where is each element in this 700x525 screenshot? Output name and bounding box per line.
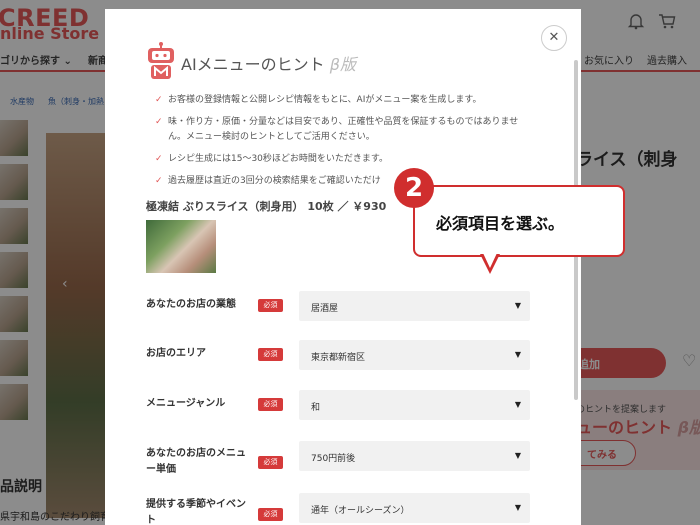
field-label: あなたのお店のメニュー単価 xyxy=(146,448,246,475)
required-badge: 必須 xyxy=(258,398,283,411)
select-value: 和 xyxy=(311,403,321,413)
step-number-badge: 2 xyxy=(394,168,434,208)
close-icon: ✕ xyxy=(548,30,560,45)
selected-product-name: 極凍結 ぶりスライス（刺身用） 10枚 ／ ￥930 xyxy=(146,200,387,213)
modal-title: AIメニューのヒント β版 xyxy=(181,51,356,75)
form-row-price: あなたのお店のメニュー単価 必須 750円前後 ▼ xyxy=(146,440,536,480)
selected-product-image xyxy=(146,220,216,273)
select-value: 東京都新宿区 xyxy=(311,353,366,363)
required-badge: 必須 xyxy=(258,508,283,521)
dropdown-triangle-icon: ▼ xyxy=(514,301,521,310)
note-item: お客様の登録情報と公開レシピ情報をもとに、AIがメニュー案を生成します。 xyxy=(155,93,525,108)
field-label: お店のエリア xyxy=(146,348,206,359)
dropdown-triangle-icon: ▼ xyxy=(514,350,521,359)
form-row-genre: メニュージャンル 必須 和 ▼ xyxy=(146,390,536,424)
field-label: メニュージャンル xyxy=(146,398,226,409)
note-item: レシピ生成には15〜30秒ほどお時間をいただきます。 xyxy=(155,152,525,167)
modal-title-beta: β版 xyxy=(329,55,356,74)
select-value: 750円前後 xyxy=(311,454,356,464)
required-badge: 必須 xyxy=(258,456,283,469)
robot-icon xyxy=(148,42,174,79)
callout-tail-inner xyxy=(483,253,497,268)
callout-text: 必須項目を選ぶ。 xyxy=(436,214,565,233)
note-item: 味・作り方・原価・分量などは目安であり、正確性や品質を保証するものではありません… xyxy=(155,115,525,145)
form-row-business-type: あなたのお店の業態 必須 居酒屋 ▼ xyxy=(146,291,536,325)
select-value: 通年（オールシーズン） xyxy=(311,506,410,516)
close-button[interactable]: ✕ xyxy=(541,25,567,51)
area-select[interactable]: 東京都新宿区 ▼ xyxy=(299,340,530,370)
required-badge: 必須 xyxy=(258,348,283,361)
dropdown-triangle-icon: ▼ xyxy=(514,451,521,460)
menu-genre-select[interactable]: 和 ▼ xyxy=(299,390,530,420)
notes-list: お客様の登録情報と公開レシピ情報をもとに、AIがメニュー案を生成します。 味・作… xyxy=(155,93,525,196)
field-label: あなたのお店の業態 xyxy=(146,299,236,310)
required-badge: 必須 xyxy=(258,299,283,312)
business-type-select[interactable]: 居酒屋 ▼ xyxy=(299,291,530,321)
season-select[interactable]: 通年（オールシーズン） ▼ xyxy=(299,493,530,523)
modal-title-text: AIメニューのヒント xyxy=(181,55,325,74)
form-row-area: お店のエリア 必須 東京都新宿区 ▼ xyxy=(146,340,536,374)
select-value: 居酒屋 xyxy=(311,304,339,314)
dropdown-triangle-icon: ▼ xyxy=(514,400,521,409)
price-select[interactable]: 750円前後 ▼ xyxy=(299,441,530,471)
field-label: 提供する季節やイベント xyxy=(146,499,246,525)
form-row-season: 提供する季節やイベント 必須 通年（オールシーズン） ▼ xyxy=(146,493,536,525)
dropdown-triangle-icon: ▼ xyxy=(514,503,521,512)
